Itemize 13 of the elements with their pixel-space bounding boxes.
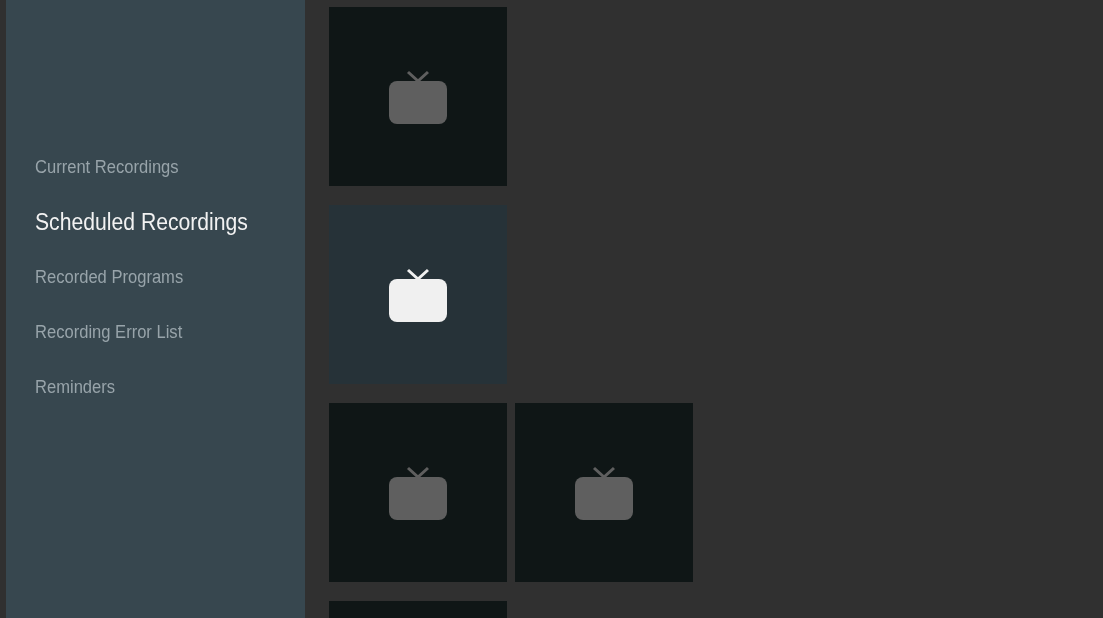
sidebar-item[interactable]: Reminders (35, 360, 305, 415)
sidebar-item[interactable]: Recording Error List (35, 305, 305, 360)
tv-icon (388, 68, 448, 125)
sidebar-item[interactable]: Current Recordings (35, 140, 305, 195)
sidebar-item[interactable]: Scheduled Recordings (35, 195, 305, 250)
sidebar-item[interactable]: Recorded Programs (35, 250, 305, 305)
program-tile[interactable] (329, 7, 507, 186)
program-tile[interactable] (329, 205, 507, 384)
tv-icon (574, 464, 634, 521)
tv-icon (388, 266, 448, 323)
program-tile[interactable] (515, 403, 693, 582)
tv-icon (388, 464, 448, 521)
program-tile[interactable] (329, 403, 507, 582)
